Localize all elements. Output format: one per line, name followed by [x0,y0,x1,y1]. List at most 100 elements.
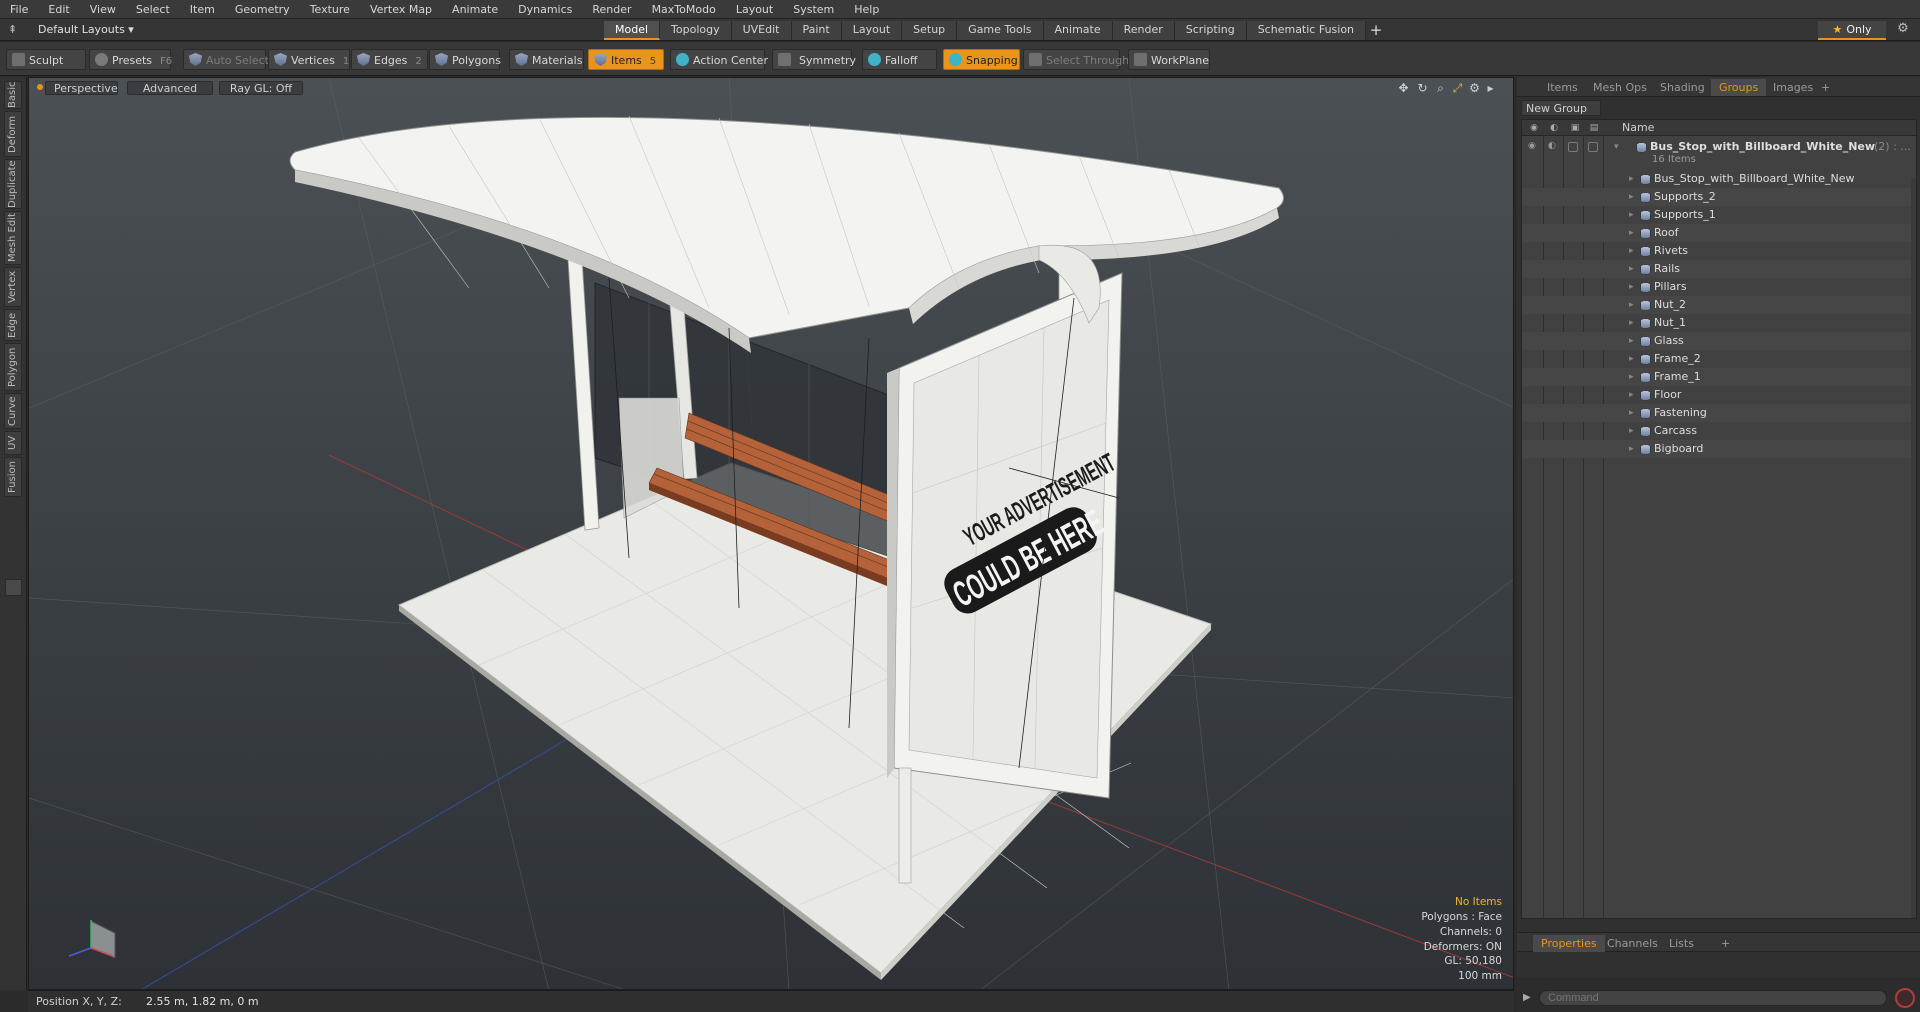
menu-item[interactable]: Dynamics [508,0,582,19]
record-icon[interactable] [1895,988,1915,1008]
only-button[interactable]: ★ Only [1818,21,1886,40]
strip-tab[interactable]: UV [4,431,22,455]
scene-canvas[interactable]: YOUR ADVERTISEMENT COULD BE HERE [29,78,1514,990]
expand-icon[interactable]: ▸ [1629,261,1637,277]
layout-tab[interactable]: Render [1112,21,1175,40]
strip-tab[interactable]: Deform [4,111,22,157]
layout-tab[interactable]: Game Tools [957,21,1044,40]
expand-icon[interactable]: ▸ [1629,297,1637,313]
viewport-menu-icon[interactable] [37,84,43,90]
menu-item[interactable]: Layout [726,0,783,19]
menu-item[interactable]: Item [180,0,225,19]
vertices-button[interactable]: Vertices 1 [268,49,350,70]
expand-icon[interactable]: ▸ [1629,171,1637,187]
expand-icon[interactable]: ▸ [1629,369,1637,385]
tree-row[interactable]: ▸ Carcass [1522,422,1916,440]
rotate-icon[interactable]: ↻ [1415,81,1430,95]
right-panel-tab[interactable]: Items [1539,79,1586,96]
layout-collapse-icon[interactable]: ⇞ [8,23,22,37]
tree-row[interactable]: ▸ Supports_2 [1522,188,1916,206]
auto-select-button[interactable]: Auto Select [183,49,269,70]
workplane-button[interactable]: WorkPlane [1128,49,1210,70]
viewport-gear-icon[interactable]: ⚙ [1467,81,1482,95]
add-layout-tab-button[interactable]: + [1366,21,1386,40]
expand-icon[interactable]: ▸ [1629,207,1637,223]
3d-viewport[interactable]: YOUR ADVERTISEMENT COULD BE HERE Perspec… [28,77,1514,990]
expand-icon[interactable]: ▸ [1629,351,1637,367]
menu-item[interactable]: View [80,0,126,19]
strip-tab[interactable]: Vertex [4,267,22,307]
visibility-header-icon[interactable]: ◉ [1528,122,1540,134]
action-center-button[interactable]: Action Center [670,49,768,70]
shading-dropdown[interactable]: Advanced [127,81,213,95]
render-icon[interactable]: ◐ [1548,142,1559,151]
command-arrow-icon[interactable]: ▶ [1523,990,1531,1006]
select-through-button[interactable]: Select Through [1023,49,1129,70]
presets-button[interactable]: Presets F6 [89,49,172,70]
strip-toggle-button[interactable] [5,579,22,596]
add-panel-tab-button[interactable]: + [1813,79,1838,96]
collapse-icon[interactable]: ▾ [1614,139,1622,155]
eye-icon[interactable]: ◉ [1528,142,1539,151]
tree-row[interactable]: ▸ Roof [1522,224,1916,242]
strip-tab[interactable]: Basic [4,81,22,109]
expand-icon[interactable]: ▸ [1629,333,1637,349]
expand-icon[interactable]: ▸ [1629,423,1637,439]
right-panel-tab[interactable]: Mesh Ops [1585,79,1655,96]
tree-row[interactable]: ▸ Rails [1522,260,1916,278]
items-button[interactable]: Items 5 [588,49,664,70]
expand-icon[interactable]: ▸ [1629,387,1637,403]
view-mode-dropdown[interactable]: Perspective [45,81,118,95]
select-checkbox[interactable] [1588,142,1598,152]
lock-checkbox[interactable] [1568,142,1578,152]
properties-tab[interactable]: Lists [1661,935,1702,952]
fit-icon[interactable]: ⤢ [1450,81,1465,95]
tree-row[interactable]: ▸ Glass [1522,332,1916,350]
sculpt-button[interactable]: Sculpt [6,49,86,70]
menu-item[interactable]: MaxToModo [642,0,726,19]
expand-icon[interactable]: ▸ [1629,189,1637,205]
name-column-header[interactable]: Name [1622,120,1654,136]
layout-tab[interactable]: Layout [841,21,903,40]
tree-row[interactable]: ▸ Nut_1 [1522,314,1916,332]
strip-tab[interactable]: Curve [4,393,22,429]
add-properties-tab-button[interactable]: + [1713,935,1738,952]
layout-tab[interactable]: Scripting [1174,21,1247,40]
polygons-button[interactable]: Polygons [429,49,501,70]
tree-row[interactable]: ▸ Nut_2 [1522,296,1916,314]
falloff-button[interactable]: Falloff [862,49,937,70]
tree-row[interactable]: ▸ Fastening [1522,404,1916,422]
layout-tab[interactable]: Schematic Fusion [1246,21,1367,40]
tree-root-row[interactable]: ◉ ◐ ▾ Bus_Stop_with_Billboard_White_New (2) … [1522,138,1916,168]
right-panel-tab[interactable]: Groups [1711,79,1767,96]
tree-row[interactable]: ▸ Rivets [1522,242,1916,260]
properties-tab[interactable]: Channels [1599,935,1666,952]
select-header-icon[interactable]: ▤ [1588,122,1600,134]
raygl-dropdown[interactable]: Ray GL: Off [219,81,303,95]
layout-tab[interactable]: Topology [660,21,732,40]
edges-button[interactable]: Edges 2 [351,49,428,70]
pan-icon[interactable]: ✥ [1396,81,1411,95]
lock-header-icon[interactable]: ▣ [1569,122,1581,134]
zoom-icon[interactable]: ⌕ [1433,81,1448,95]
menu-item[interactable]: File [0,0,38,19]
new-group-button[interactable]: New Group [1521,100,1601,116]
menu-item[interactable]: Edit [38,0,79,19]
expand-icon[interactable]: ▸ [1629,243,1637,259]
tree-row[interactable]: ▸ Bigboard [1522,440,1916,458]
expand-icon[interactable]: ▸ [1629,225,1637,241]
command-input[interactable] [1539,990,1887,1006]
menu-item[interactable]: Render [582,0,641,19]
strip-tab[interactable]: Polygon [4,343,22,391]
tree-row[interactable]: ▸ Bus_Stop_with_Billboard_White_New [1522,170,1916,188]
menu-item[interactable]: Texture [300,0,360,19]
layout-tab[interactable]: Paint [791,21,842,40]
properties-tab[interactable]: Properties [1533,935,1605,952]
tree-row[interactable]: ▸ Frame_2 [1522,350,1916,368]
layout-tab[interactable]: UVEdit [731,21,792,40]
layout-tab[interactable]: Setup [902,21,958,40]
layout-tab[interactable]: Animate [1043,21,1113,40]
expand-icon[interactable]: ▸ [1629,405,1637,421]
menu-item[interactable]: System [783,0,844,19]
strip-tab[interactable]: Edge [4,309,22,341]
